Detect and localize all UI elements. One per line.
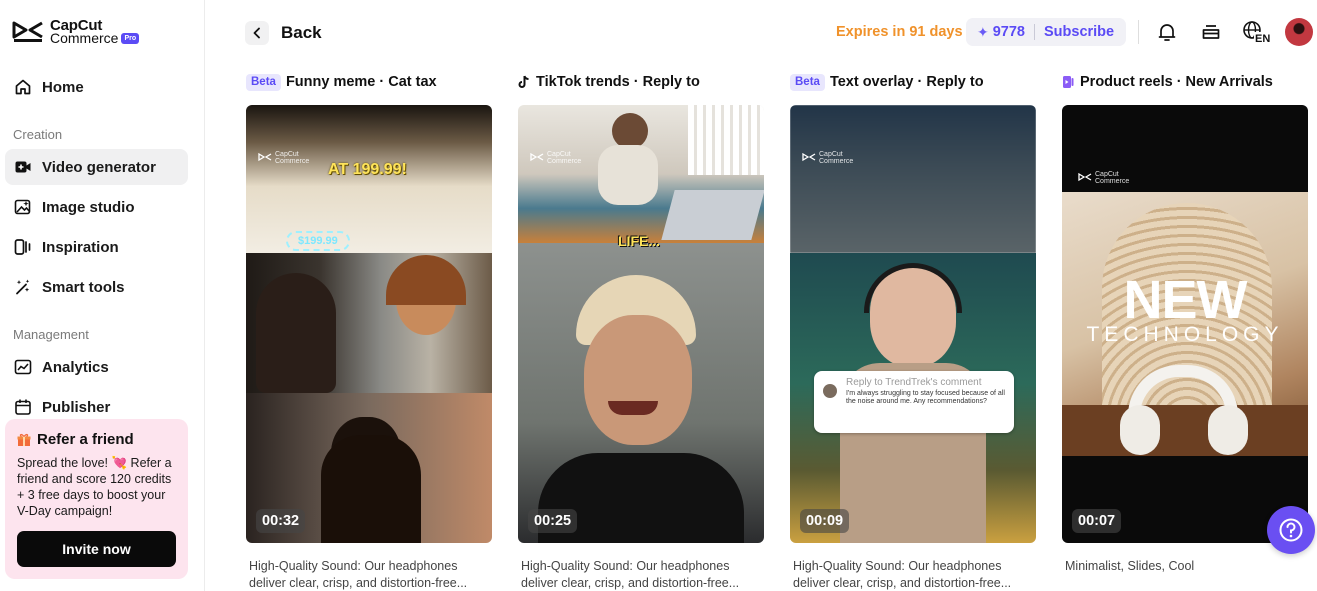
template-card-funny-meme[interactable]: Beta Funny meme · Cat tax CapCut Commerce…	[246, 73, 492, 591]
app-root: CapCut Commerce Pro Home Creation Video g…	[0, 0, 1317, 591]
back-label[interactable]: Back	[281, 23, 322, 43]
sidebar-item-label: Image studio	[42, 198, 135, 216]
watermark: CapCut Commerce	[258, 151, 309, 165]
sidebar-item-label: Video generator	[42, 158, 156, 176]
sidebar-item-video-generator[interactable]: Video generator	[5, 149, 188, 185]
sidebar-item-label: Smart tools	[42, 278, 125, 296]
inspiration-icon	[14, 238, 32, 256]
comment-title: Reply to TrendTrek's comment	[846, 377, 982, 388]
overlay-headline: NEW	[1123, 270, 1248, 330]
refer-a-friend-card: Refer a friend Spread the love! 💘 Refer …	[5, 419, 188, 579]
brand-sub: Commerce	[50, 30, 119, 46]
capcut-watermark-icon	[530, 153, 544, 162]
calendar-icon	[14, 398, 32, 416]
card-title: TikTok trends · Reply to	[536, 74, 700, 90]
chevron-left-icon	[253, 27, 260, 39]
comment-body: I'm always struggling to stay focused be…	[846, 390, 1005, 405]
header-divider	[1138, 20, 1139, 44]
help-button[interactable]	[1267, 506, 1315, 554]
capcut-watermark-icon	[802, 153, 816, 162]
brand-logo[interactable]: CapCut Commerce Pro	[12, 18, 140, 46]
commenter-avatar	[823, 384, 837, 398]
card-title: Product reels · New Arrivals	[1080, 74, 1273, 90]
beta-badge: Beta	[246, 73, 281, 91]
video-plus-icon	[14, 158, 32, 176]
credits-count: 9778	[992, 24, 1025, 40]
svg-text:EN: EN	[1255, 33, 1270, 44]
capcut-watermark-icon	[258, 153, 272, 162]
section-label-management: Management	[13, 327, 89, 342]
beta-badge: Beta	[790, 73, 825, 91]
pro-badge: Pro	[121, 33, 140, 44]
notification-bell-icon[interactable]	[1155, 20, 1179, 44]
sidebar-item-label: Home	[42, 78, 84, 96]
card-description: High-Quality Sound: Our headphones deliv…	[521, 559, 740, 590]
watermark: CapCut Commerce	[1078, 171, 1129, 185]
comment-bubble: Reply to TrendTrek's comment I'm always …	[814, 371, 1014, 433]
card-description: Minimalist, Slides, Cool	[1065, 559, 1195, 573]
home-icon	[14, 78, 32, 96]
subscribe-button[interactable]: Subscribe	[1044, 24, 1114, 40]
capcut-logo-icon	[12, 21, 43, 42]
overlay-subheadline: TECHNOLOGY	[1086, 323, 1284, 346]
sidebar: CapCut Commerce Pro Home Creation Video g…	[0, 0, 205, 591]
card-title: Text overlay · Reply to	[829, 74, 984, 90]
refer-title: Refer a friend	[37, 431, 134, 448]
card-description: High-Quality Sound: Our headphones deliv…	[249, 559, 468, 590]
back-button[interactable]	[245, 21, 269, 45]
overlay-price: $199.99	[286, 231, 350, 251]
overlay-text: LIFE...	[618, 233, 660, 249]
video-thumbnail[interactable]: CapCut Commerce Reply to TrendTrek's comm…	[790, 105, 1036, 543]
capcut-watermark-icon	[1078, 173, 1092, 182]
section-label-creation: Creation	[13, 127, 63, 142]
tiktok-icon	[518, 75, 529, 88]
template-card-product-reels[interactable]: Product reels · New Arrivals CapCut Comme…	[1062, 73, 1308, 575]
divider	[1034, 24, 1035, 40]
refer-body: Spread the love! 💘 Refer a friend and sc…	[17, 456, 172, 518]
sidebar-item-smart-tools[interactable]: Smart tools	[5, 269, 188, 305]
language-globe-icon[interactable]: EN	[1241, 20, 1271, 44]
duration-badge: 00:25	[528, 509, 578, 533]
template-card-tiktok-trends[interactable]: TikTok trends · Reply to CapCut Commerce …	[518, 73, 764, 591]
card-title: Funny meme · Cat tax	[285, 74, 437, 90]
invite-now-button[interactable]: Invite now	[17, 531, 176, 567]
stack-icon[interactable]	[1199, 20, 1223, 44]
sidebar-item-label: Inspiration	[42, 238, 119, 256]
sidebar-item-label: Publisher	[42, 398, 111, 416]
watermark: CapCut Commerce	[530, 151, 581, 165]
user-avatar[interactable]	[1285, 18, 1313, 46]
video-thumbnail[interactable]: CapCut Commerce LIFE... 00:25	[518, 105, 764, 543]
product-reels-icon	[1063, 76, 1074, 88]
duration-badge: 00:09	[800, 509, 850, 533]
watermark: CapCut Commerce	[802, 151, 853, 165]
image-spark-icon	[14, 198, 32, 216]
overlay-text: AT 199.99!	[328, 161, 407, 178]
template-card-text-overlay[interactable]: Beta Text overlay · Reply to CapCut Comme…	[790, 73, 1036, 591]
expires-text: Expires in 91 days	[836, 24, 963, 40]
sidebar-item-label: Analytics	[42, 358, 109, 376]
credits-pill: ✦ 9778 Subscribe	[966, 18, 1126, 46]
sidebar-item-home[interactable]: Home	[5, 69, 188, 105]
magic-wand-icon	[14, 278, 32, 296]
analytics-icon	[14, 358, 32, 376]
duration-badge: 00:07	[1072, 509, 1122, 533]
video-thumbnail[interactable]: CapCut Commerce AT 199.99! $199.99 00:32	[246, 105, 492, 543]
sidebar-item-image-studio[interactable]: Image studio	[5, 189, 188, 225]
sidebar-item-analytics[interactable]: Analytics	[5, 349, 188, 385]
card-description: High-Quality Sound: Our headphones deliv…	[793, 559, 1012, 590]
duration-badge: 00:32	[256, 509, 306, 533]
gift-icon	[17, 433, 31, 446]
sparkle-icon: ✦	[977, 23, 989, 40]
sidebar-item-inspiration[interactable]: Inspiration	[5, 229, 188, 265]
video-thumbnail[interactable]: CapCut Commerce NEW TECHNOLOGY 00:07	[1062, 105, 1308, 543]
question-mark-icon	[1279, 518, 1303, 542]
